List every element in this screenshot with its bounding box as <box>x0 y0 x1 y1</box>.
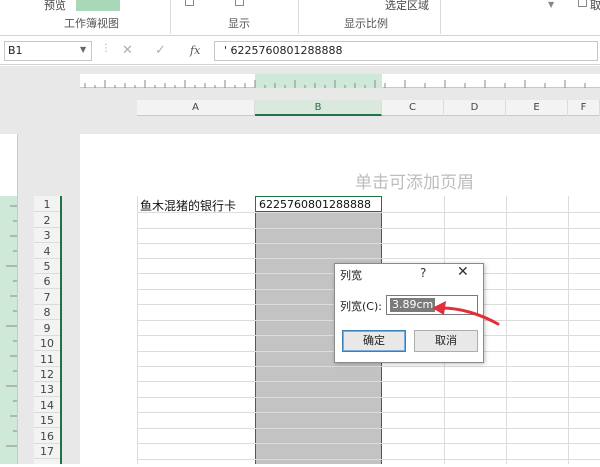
row-header[interactable]: 4 <box>34 244 60 259</box>
row-header[interactable]: 14 <box>34 398 60 413</box>
insert-function-button[interactable]: fx <box>190 44 200 57</box>
ok-button[interactable]: 确定 <box>342 330 406 352</box>
ruler-checkbox[interactable] <box>185 0 194 6</box>
ribbon-divider <box>440 0 441 34</box>
grid-line <box>137 366 600 367</box>
zoom-to-selection-button[interactable]: 选定区域 <box>385 0 429 13</box>
chevron-down-icon[interactable]: ▼ <box>80 45 86 54</box>
row-header[interactable]: 16 <box>34 429 60 444</box>
ruler-ticks <box>84 74 586 88</box>
checkbox[interactable] <box>578 0 587 7</box>
column-width-label: 列宽(C): <box>340 300 382 313</box>
checkbox-label: 取 <box>590 0 600 12</box>
row-header[interactable]: 3 <box>34 228 60 243</box>
page-layout-view-button[interactable] <box>76 0 120 11</box>
ribbon-divider <box>298 0 299 34</box>
enter-check-icon[interactable]: ✓ <box>155 43 166 58</box>
group-show-label: 显示 <box>228 17 250 30</box>
vertical-ruler-highlight <box>0 196 17 464</box>
column-header-C[interactable]: C <box>382 100 444 116</box>
column-header-B[interactable]: B <box>255 100 382 116</box>
grid-line <box>137 258 600 259</box>
row-header[interactable]: 1 <box>34 197 60 212</box>
row-header[interactable]: 7 <box>34 290 60 305</box>
cancel-icon[interactable]: ✕ <box>122 43 133 58</box>
row-header[interactable]: 5 <box>34 259 60 274</box>
page-break-preview-label[interactable]: 预览 <box>44 0 66 13</box>
row-header[interactable]: 8 <box>34 305 60 320</box>
column-header-F[interactable]: F <box>568 100 600 116</box>
help-icon[interactable]: ? <box>420 266 426 280</box>
grid-line <box>137 228 600 229</box>
column-width-value: 3.89cm <box>390 298 436 312</box>
grid-line <box>137 243 600 244</box>
vertical-ruler-ticks <box>6 205 17 447</box>
row-header[interactable]: 13 <box>34 382 60 397</box>
name-box-value: B1 <box>8 44 23 57</box>
chevron-down-icon[interactable]: ▼ <box>548 0 558 9</box>
dialog-title: 列宽 <box>340 269 362 282</box>
gridlines-checkbox[interactable] <box>235 0 244 6</box>
horizontal-ruler <box>80 74 600 88</box>
page-header-placeholder[interactable]: 单击可添加页眉 <box>355 168 474 193</box>
grid-line <box>137 459 600 460</box>
grid-line <box>137 196 138 464</box>
grid-line <box>137 443 600 444</box>
group-zoom-label: 显示比例 <box>344 17 388 30</box>
ruler-highlight <box>255 74 382 88</box>
row-header[interactable]: 17 <box>34 444 60 459</box>
row-header[interactable]: 15 <box>34 413 60 428</box>
row-header[interactable]: 12 <box>34 367 60 382</box>
row-header[interactable]: 6 <box>34 274 60 289</box>
group-workbook-views-label: 工作簿视图 <box>64 17 119 30</box>
grid-line <box>568 196 569 464</box>
close-icon[interactable]: ✕ <box>457 264 469 280</box>
row-header[interactable]: 10 <box>34 336 60 351</box>
grid-line <box>137 428 600 429</box>
cell-A1[interactable]: 鱼木混猪的银行卡 <box>140 197 236 214</box>
grid-line <box>137 397 600 398</box>
column-header-A[interactable]: A <box>137 100 255 116</box>
cell-B1-value: 6225760801288888 <box>259 198 371 211</box>
grid-line <box>137 412 600 413</box>
formula-input-value: ' 6225760801288888 <box>224 44 343 57</box>
annotation-arrow-icon <box>432 301 500 326</box>
column-header-E[interactable]: E <box>506 100 568 116</box>
row-header[interactable]: 11 <box>34 352 60 367</box>
column-header-D[interactable]: D <box>444 100 506 116</box>
row-header[interactable]: 2 <box>34 213 60 228</box>
row-header[interactable]: 9 <box>34 321 60 336</box>
grid-line <box>137 381 600 382</box>
ribbon-divider <box>170 0 171 34</box>
more-icon: ⋮ <box>101 43 111 54</box>
